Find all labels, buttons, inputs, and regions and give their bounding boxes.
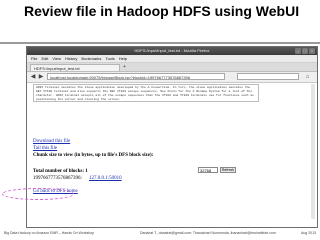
- chunk-size-input[interactable]: 32768: [198, 167, 218, 173]
- forward-icon[interactable]: ▶: [37, 73, 45, 81]
- url-bar[interactable]: localhost:localdomain:50075/browseBlock.…: [47, 73, 225, 80]
- download-highlight: [2, 188, 74, 200]
- menu-edit[interactable]: Edit: [41, 55, 48, 62]
- close-icon[interactable]: ×: [309, 48, 315, 54]
- menu-bookmarks[interactable]: Bookmarks: [81, 55, 101, 62]
- back-icon[interactable]: ◀: [29, 73, 37, 81]
- title-divider: [0, 42, 320, 44]
- menu-history[interactable]: History: [65, 55, 77, 62]
- menu-view[interactable]: View: [52, 55, 61, 62]
- file-content-box: UNIX Terminal emulates the stone applica…: [33, 84, 259, 102]
- menu-file[interactable]: File: [31, 55, 37, 62]
- new-tab-icon[interactable]: +: [123, 64, 126, 71]
- search-input[interactable]: [237, 73, 299, 80]
- window-title: HDFS:/input/input_test.txt - Mozilla Fir…: [134, 48, 210, 53]
- slide-title: Review file in Hadoop HDFS using WebUI: [24, 3, 300, 19]
- menu-help[interactable]: Help: [119, 55, 127, 62]
- menu-bar: File Edit View History Bookmarks Tools H…: [27, 55, 317, 63]
- menu-tools[interactable]: Tools: [105, 55, 114, 62]
- browser-window: HDFS:/input/input_test.txt - Mozilla Fir…: [26, 46, 318, 228]
- footer-center: Danairat T., danairat@gmail.com: Thanach…: [140, 231, 276, 235]
- tail-link[interactable]: Tail this file: [33, 146, 57, 152]
- slide-footer: Big Data Hadoop on Amazon EMR – Hands On…: [4, 231, 316, 235]
- block-id: 1997667773576867396:: [33, 176, 82, 181]
- window-titlebar: HDFS:/input/input_test.txt - Mozilla Fir…: [27, 47, 317, 55]
- footer-left: Big Data Hadoop on Amazon EMR – Hands On…: [4, 231, 95, 235]
- block-datanode-link[interactable]: 127.0.0.1:50010: [89, 176, 122, 182]
- navigation-bar: ◀ ▶ localhost:localdomain:50075/browseBl…: [27, 72, 317, 83]
- minimize-icon[interactable]: –: [295, 48, 301, 54]
- chunk-size-label: Chunk size to view (in bytes, up to file…: [33, 153, 154, 158]
- refresh-button[interactable]: Refresh: [220, 167, 236, 173]
- maximize-icon[interactable]: □: [302, 48, 308, 54]
- tab-bar: HDFS:/input/input_test.txt +: [27, 63, 317, 72]
- footer-right: Aug 2013: [301, 231, 316, 235]
- download-link[interactable]: Download this file: [33, 139, 70, 145]
- scrollbar[interactable]: [311, 84, 315, 219]
- tab-hdfs-file[interactable]: HDFS:/input/input_test.txt: [30, 64, 120, 71]
- home-icon[interactable]: ⌂: [303, 73, 312, 81]
- blocks-count-label: Total number of blocks: 1: [33, 169, 88, 174]
